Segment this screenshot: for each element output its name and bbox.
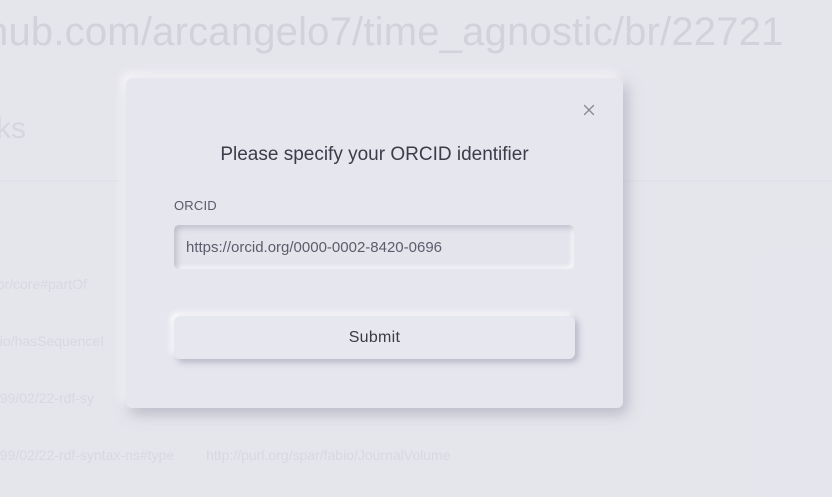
close-icon <box>581 102 597 118</box>
submit-button[interactable]: Submit <box>174 316 575 359</box>
orcid-input[interactable] <box>174 225 574 269</box>
orcid-input-wrapper <box>174 225 574 269</box>
orcid-label: ORCID <box>174 198 217 213</box>
close-button[interactable] <box>581 102 597 118</box>
orcid-modal: Please specify your ORCID identifier ORC… <box>126 78 623 408</box>
modal-title: Please specify your ORCID identifier <box>220 144 529 165</box>
